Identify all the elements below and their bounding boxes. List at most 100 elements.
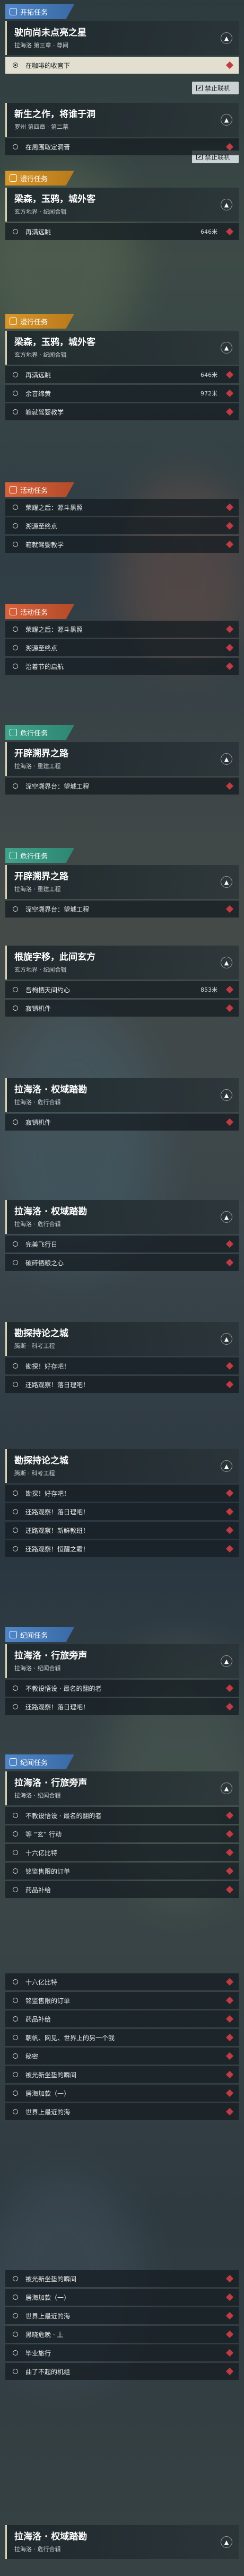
quest-objective[interactable]: 秘密: [5, 2048, 239, 2065]
track-marker-icon[interactable]: [225, 2367, 234, 2376]
quest-objective[interactable]: 勘探！好存吧！: [5, 1357, 239, 1374]
quest-objective[interactable]: 还路观察！落日理吧！: [5, 1376, 239, 1393]
quest-card[interactable]: 新生之作，将谁于洞 罗州 第四章 · 第二幕 ▲: [5, 103, 239, 137]
track-marker-icon[interactable]: [225, 2293, 234, 2301]
quest-objective[interactable]: 在咖啡的收官下: [5, 57, 239, 74]
track-marker-icon[interactable]: [225, 408, 234, 416]
quest-objective[interactable]: 药品补给: [5, 1881, 239, 1898]
track-marker-icon[interactable]: [225, 227, 234, 236]
quest-objective[interactable]: 深空溯界台：望城工程: [5, 778, 239, 795]
quest-objective[interactable]: 吾枸栖天间约心 853米: [5, 981, 239, 998]
chevron-up-icon[interactable]: ▲: [221, 1211, 232, 1223]
track-marker-icon[interactable]: [225, 2274, 234, 2283]
quest-card[interactable]: 拉海洛 · 权域踏勘 拉海洛 · 危行合辑 ▲: [5, 1078, 239, 1112]
quest-objective[interactable]: 十六亿比特: [5, 1844, 239, 1861]
track-marker-icon[interactable]: [225, 782, 234, 790]
quest-objective[interactable]: 完美飞行日: [5, 1236, 239, 1252]
quest-card[interactable]: 驶向尚未点亮之星 拉海洛 第三章 · 尊间 ▲: [5, 21, 239, 55]
track-marker-icon[interactable]: [225, 1811, 234, 1820]
quest-objective[interactable]: 再满远眺 646米: [5, 223, 239, 240]
chevron-up-icon[interactable]: ▲: [221, 957, 232, 968]
quest-objective[interactable]: 勘探！好存吧！: [5, 1485, 239, 1502]
chevron-up-icon[interactable]: ▲: [221, 114, 232, 126]
track-marker-icon[interactable]: [225, 1545, 234, 1553]
track-marker-icon[interactable]: [225, 1867, 234, 1875]
track-marker-icon[interactable]: [225, 1702, 234, 1711]
track-marker-icon[interactable]: [225, 662, 234, 671]
chevron-up-icon[interactable]: ▲: [221, 199, 232, 210]
quest-objective[interactable]: 余音绵黄 972米: [5, 385, 239, 402]
track-marker-icon[interactable]: [225, 2349, 234, 2357]
quest-objective[interactable]: 箱就驾婴教学: [5, 536, 239, 553]
track-marker-icon[interactable]: [225, 389, 234, 398]
quest-objective[interactable]: 还路观察！落日理吧！: [5, 1503, 239, 1520]
quest-card[interactable]: 根旋字移，此间玄方 玄方地界 · 纪闻合辑 ▲: [5, 946, 239, 980]
quest-objective[interactable]: 还路观察！恒醒之霜！: [5, 1540, 239, 1557]
track-marker-icon[interactable]: [225, 61, 234, 69]
quest-objective[interactable]: 寂销机件: [5, 1000, 239, 1017]
chevron-up-icon[interactable]: ▲: [221, 753, 232, 765]
track-marker-icon[interactable]: [225, 1489, 234, 1497]
track-marker-icon[interactable]: [225, 2033, 234, 2042]
chevron-up-icon[interactable]: ▲: [221, 1655, 232, 1667]
track-marker-icon[interactable]: [225, 1258, 234, 1267]
quest-objective[interactable]: 箱就驾婴教学: [5, 403, 239, 420]
track-marker-icon[interactable]: [225, 2312, 234, 2320]
chevron-up-icon[interactable]: ▲: [221, 1333, 232, 1345]
quest-objective[interactable]: 溯源至终点: [5, 517, 239, 534]
quest-objective[interactable]: 溯源至终点: [5, 639, 239, 656]
track-marker-icon[interactable]: [225, 625, 234, 633]
track-marker-icon[interactable]: [225, 1996, 234, 2005]
quest-objective[interactable]: 被光新坐垫的瞬间: [5, 2066, 239, 2083]
quest-objective[interactable]: 还路观察！新鲜教班！: [5, 1522, 239, 1539]
track-marker-icon[interactable]: [225, 2330, 234, 2339]
track-marker-icon[interactable]: [225, 1978, 234, 1986]
track-marker-icon[interactable]: [225, 522, 234, 530]
quest-objective[interactable]: 在周围取定洞晋: [5, 138, 239, 155]
track-marker-icon[interactable]: [225, 1004, 234, 1012]
quest-objective[interactable]: 不教设悟设 · 最名的翻的者: [5, 1680, 239, 1697]
chevron-up-icon[interactable]: ▲: [221, 32, 232, 44]
track-marker-icon[interactable]: [225, 643, 234, 652]
track-marker-icon[interactable]: [225, 1118, 234, 1126]
track-marker-icon[interactable]: [225, 1526, 234, 1534]
quest-objective[interactable]: 破碎牺粮之心: [5, 1254, 239, 1271]
quest-card[interactable]: 勘探持论之城 腾斯 · 科考工程 ▲: [5, 1322, 239, 1356]
quest-objective[interactable]: 十六亿比特: [5, 1973, 239, 1990]
quest-objective[interactable]: 居海加款（一）: [5, 2085, 239, 2102]
track-marker-icon[interactable]: [225, 1362, 234, 1370]
quest-card[interactable]: 拉海洛 · 行旅旁声 拉海洛 · 纪闻合辑 ▲: [5, 1644, 239, 1678]
chevron-up-icon[interactable]: ▲: [221, 876, 232, 888]
quest-card[interactable]: 拉海洛 · 权域踏勘 拉海洛 · 危行合辑 ▲: [5, 2525, 239, 2559]
quest-objective[interactable]: 寂销机件: [5, 1114, 239, 1131]
quest-objective[interactable]: 世界上最近的海: [5, 2307, 239, 2324]
track-marker-icon[interactable]: [225, 2070, 234, 2079]
track-marker-icon[interactable]: [225, 143, 234, 151]
quest-objective[interactable]: 等 “玄” 行动: [5, 1825, 239, 1842]
track-marker-icon[interactable]: [225, 985, 234, 994]
quest-card[interactable]: 梁森，玉鸦，城外客 玄方地界 · 纪闻合辑 ▲: [5, 188, 239, 222]
quest-objective[interactable]: 世界上最近的海: [5, 2103, 239, 2120]
chevron-up-icon[interactable]: ▲: [221, 1460, 232, 1472]
chevron-up-icon[interactable]: ▲: [221, 1089, 232, 1101]
quest-objective[interactable]: 荣耀之后：源斗黑照: [5, 621, 239, 638]
quest-card[interactable]: 开辟溯界之路 拉海洛 · 重建工程 ▲: [5, 742, 239, 776]
chevron-up-icon[interactable]: ▲: [221, 2536, 232, 2548]
quest-objective[interactable]: 被光新坐垫的瞬间: [5, 2270, 239, 2287]
track-marker-icon[interactable]: [225, 1380, 234, 1389]
connect-disabled-badge[interactable]: 禁止联机: [192, 82, 239, 94]
track-marker-icon[interactable]: [225, 540, 234, 549]
quest-objective[interactable]: 不教设悟设 · 最名的翻的者: [5, 1807, 239, 1824]
track-marker-icon[interactable]: [225, 905, 234, 913]
quest-objective[interactable]: 朝帆、网见、世界上的另一个我: [5, 2029, 239, 2046]
track-marker-icon[interactable]: [225, 503, 234, 511]
quest-objective[interactable]: 还路观察！落日理吧！: [5, 1698, 239, 1715]
track-marker-icon[interactable]: [225, 2052, 234, 2060]
quest-objective[interactable]: 铭监售限的订单: [5, 1863, 239, 1880]
quest-card[interactable]: 梁森，玉鸦，城外客 玄方地界 · 纪闻合辑 ▲: [5, 331, 239, 365]
quest-card[interactable]: 勘探持论之城 腾斯 · 科考工程 ▲: [5, 1449, 239, 1483]
track-marker-icon[interactable]: [225, 1684, 234, 1692]
chevron-up-icon[interactable]: ▲: [221, 1783, 232, 1794]
track-marker-icon[interactable]: [225, 1507, 234, 1516]
quest-objective[interactable]: 深空溯界台：望城工程: [5, 901, 239, 918]
